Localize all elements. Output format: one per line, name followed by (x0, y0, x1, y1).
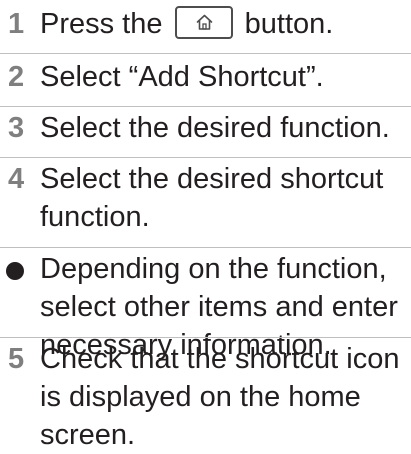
divider (0, 53, 411, 54)
divider (0, 106, 411, 107)
step-number: 1 (8, 8, 25, 40)
instruction-page: 1 Press the button. 2 Select “Add Shortc… (0, 0, 411, 454)
step-number: 2 (8, 61, 25, 93)
step-text-line-3: screen. (40, 419, 136, 451)
step-text: Select the desired function. (40, 112, 390, 144)
step-text-line-1: Check that the shortcut icon (40, 343, 400, 375)
step-text-line-2: is displayed on the home (40, 381, 361, 413)
step-text-after: button. (244, 8, 334, 40)
note-line-2: select other items and enter (40, 291, 398, 323)
step-text-line-1: Select the desired shortcut (40, 163, 384, 195)
step-number: 3 (8, 112, 25, 144)
step-text-line-2: function. (40, 201, 150, 233)
home-icon (196, 14, 212, 30)
home-button (174, 6, 233, 39)
step-text: Select “Add Shortcut”. (40, 61, 324, 93)
bullet-icon (6, 262, 24, 280)
step-text-before: Press the (40, 8, 163, 40)
note-line-1: Depending on the function, (40, 253, 387, 285)
divider (0, 337, 411, 338)
step-text: Press the button. (40, 5, 333, 43)
divider (0, 157, 411, 158)
divider (0, 247, 411, 248)
step-number: 5 (8, 343, 25, 375)
step-number: 4 (8, 163, 25, 195)
